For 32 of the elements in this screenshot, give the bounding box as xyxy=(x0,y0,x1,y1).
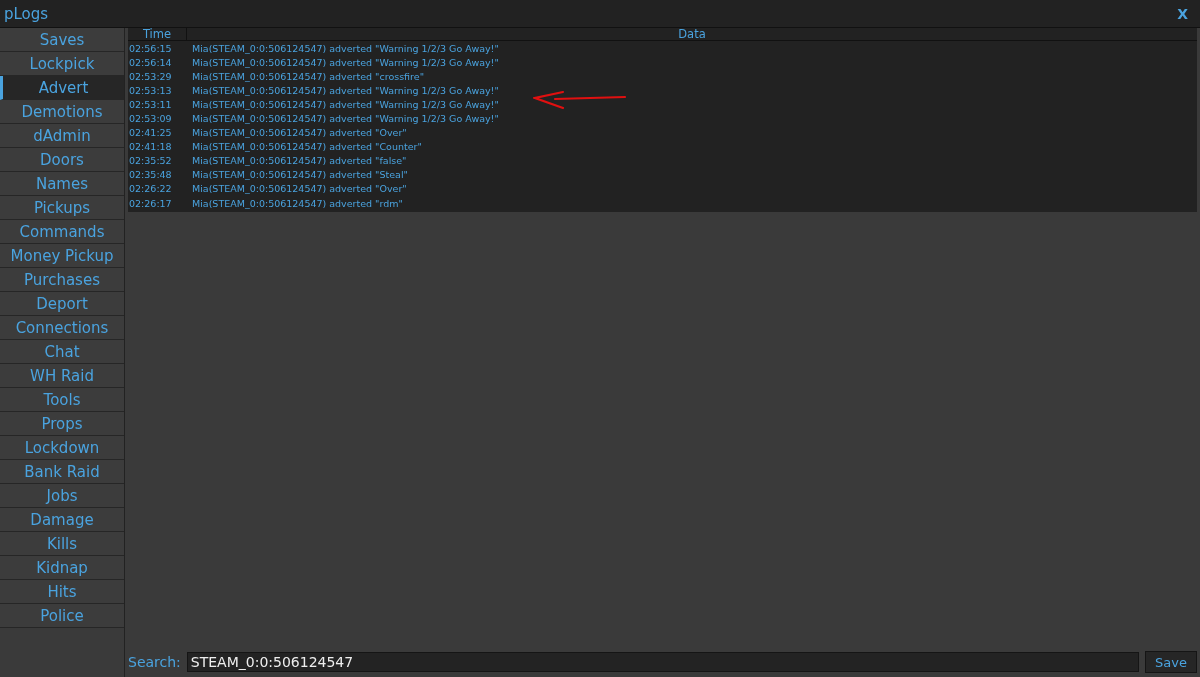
table-cell-text: 02:35:52 xyxy=(128,155,173,167)
table-cell: Mia(STEAM_0:0:506124547) adverted "false" xyxy=(192,155,407,167)
sidebar-item[interactable]: Advert xyxy=(0,76,124,100)
table-cell-text: 02:53:09 xyxy=(128,113,173,124)
column-header: Data xyxy=(677,28,707,40)
table-cell-text: 02:41:25 xyxy=(128,127,173,139)
table-cell-text: 02:53:29 xyxy=(128,70,173,82)
table-cell-text: 02:56:14 xyxy=(128,56,173,68)
table-cell-text: 02:56:15 xyxy=(128,42,173,54)
table-cell: Mia(STEAM_0:0:506124547) adverted "Warning 1/2/3 Go Away!" xyxy=(192,98,499,110)
search-label: Search: xyxy=(128,654,181,670)
table-cell: Mia(STEAM_0:0:506124547) adverted "Warning 1/2/3 Go Away!" xyxy=(192,42,499,54)
table-cell-text: 02:41:18 xyxy=(128,141,173,153)
table-cell: Mia(STEAM_0:0:506124547) adverted "crossfire" xyxy=(192,70,424,82)
table-cell: Mia(STEAM_0:0:506124547) adverted "rdm" xyxy=(192,197,403,209)
table-cell-text: 02:26:17 xyxy=(128,197,173,209)
search-field[interactable]: STEAM_0:0:506124547 xyxy=(186,652,1139,672)
table-cell-text: 02:53:11 xyxy=(128,98,173,110)
table-cell: Mia(STEAM_0:0:506124547) adverted "Over" xyxy=(192,183,407,195)
table-cell: Mia(STEAM_0:0:506124547) adverted "Over" xyxy=(192,127,407,139)
save-button[interactable]: Save xyxy=(1145,651,1197,673)
column-header: Time xyxy=(128,28,187,40)
table-cell: Mia(STEAM_0:0:506124547) adverted "Warning 1/2/3 Go Away!" xyxy=(192,56,499,68)
table-cell: Mia(STEAM_0:0:506124547) adverted "Warning 1/2/3 Go Away!" xyxy=(192,84,499,96)
table-cell: Mia(STEAM_0:0:506124547) adverted "Steal" xyxy=(192,169,408,181)
table-cell-text: 02:35:48 xyxy=(128,169,173,181)
table-cell-text: 02:53:13 xyxy=(128,84,173,96)
table-cell-text: 02:26:22 xyxy=(128,183,173,195)
window-title: pLogs xyxy=(3,4,49,23)
close-button[interactable]: X xyxy=(1165,5,1200,22)
table-cell: Mia(STEAM_0:0:506124547) adverted "Warning 1/2/3 Go Away!" xyxy=(192,113,499,124)
table-cell: Mia(STEAM_0:0:506124547) adverted "Counter" xyxy=(192,141,422,153)
